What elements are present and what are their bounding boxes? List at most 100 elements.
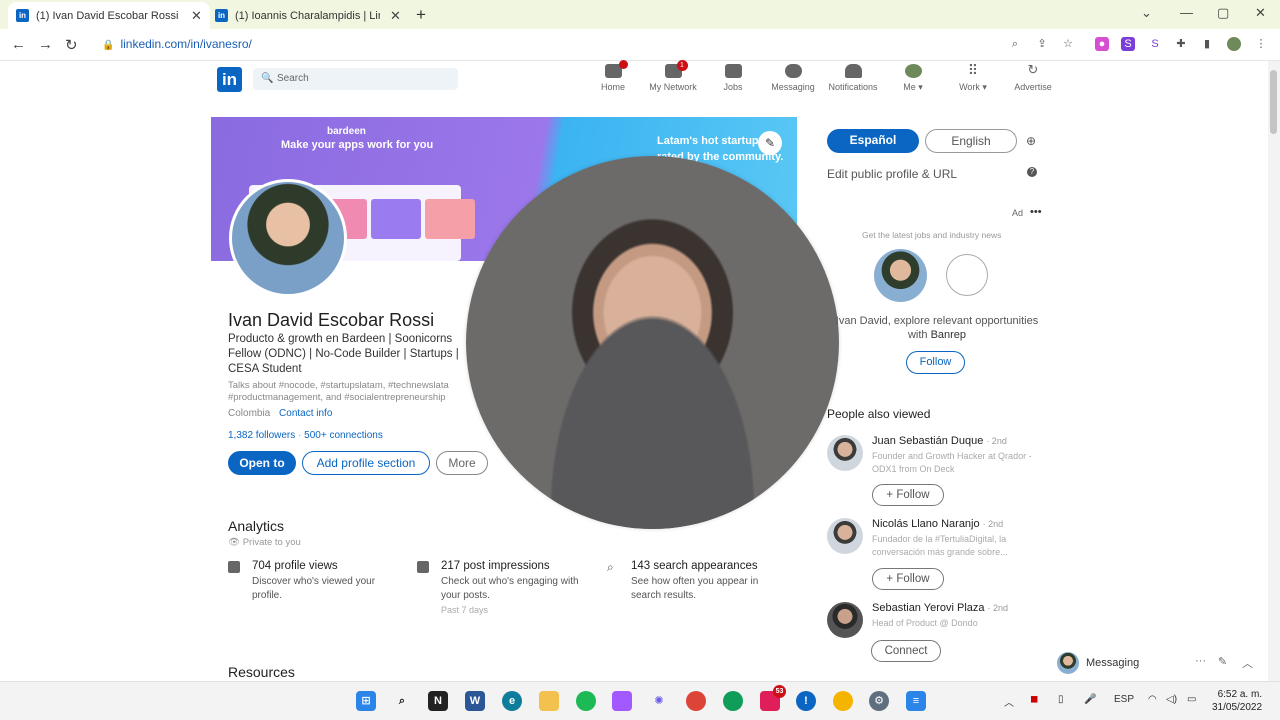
- tab-search-icon[interactable]: ⌄: [1141, 5, 1152, 21]
- minimize-icon[interactable]: —: [1180, 5, 1193, 20]
- person-name[interactable]: Sebastian Yerovi Plaza: [872, 602, 985, 614]
- followers-link[interactable]: 1,382 followers: [228, 430, 295, 441]
- input-language[interactable]: ESP: [1114, 694, 1134, 705]
- menu-kebab-icon[interactable]: ⋮: [1254, 37, 1268, 51]
- maximize-icon[interactable]: ▢: [1217, 5, 1229, 21]
- nav-advertise[interactable]: ↻ Advertise: [1003, 63, 1063, 92]
- linkedin-logo-icon[interactable]: in: [217, 67, 242, 92]
- tray-chevron-icon[interactable]: ︿: [1004, 694, 1014, 709]
- app-circle-icon[interactable]: !: [796, 691, 816, 711]
- close-tab-icon[interactable]: ✕: [191, 8, 202, 24]
- volume-icon[interactable]: ◁): [1166, 694, 1177, 705]
- nav-notifications[interactable]: Notifications: [823, 64, 883, 92]
- stat-period: Past 7 days: [441, 605, 489, 615]
- extension-s2-icon[interactable]: S: [1148, 37, 1162, 51]
- forward-icon[interactable]: →: [38, 36, 53, 53]
- help-icon[interactable]: ?: [1027, 167, 1037, 177]
- battery-icon[interactable]: ▭: [1187, 694, 1196, 705]
- scrollbar-thumb[interactable]: [1270, 70, 1277, 134]
- share-icon[interactable]: ⇪: [1035, 37, 1049, 51]
- ad-follow-button[interactable]: Follow: [906, 351, 965, 374]
- spotify-icon[interactable]: [576, 691, 596, 711]
- globe-icon[interactable]: ⊕: [1026, 134, 1036, 148]
- slack-icon[interactable]: 53: [760, 685, 786, 711]
- edit-banner-icon[interactable]: ✎: [758, 131, 782, 155]
- open-to-button[interactable]: Open to: [228, 451, 296, 475]
- url-field[interactable]: 🔒 linkedin.com/in/ivanesro/: [102, 37, 252, 51]
- bar-chart-icon: [417, 561, 429, 573]
- stat-post-impressions[interactable]: 217 post impressions Check out who's eng…: [417, 560, 582, 615]
- chevron-up-icon[interactable]: ︿: [1242, 655, 1253, 671]
- ad-message: Ivan David, explore relevant opportuniti…: [827, 314, 1047, 342]
- edit-public-profile-link[interactable]: Edit public profile & URL: [827, 167, 957, 181]
- app-icon[interactable]: ✺: [649, 691, 669, 711]
- chrome-icon[interactable]: [686, 691, 706, 711]
- extensions-puzzle-icon[interactable]: ✚: [1174, 37, 1188, 51]
- list-item[interactable]: Sebastian Yerovi Plaza · 2nd Head of Prod…: [827, 602, 1052, 638]
- microphone-icon[interactable]: 🎤: [1084, 694, 1096, 705]
- edge-icon[interactable]: e: [502, 691, 522, 711]
- messaging-options-icon[interactable]: ···: [1195, 655, 1206, 667]
- nav-me[interactable]: Me ▾: [883, 64, 943, 93]
- profile-avatar-photo[interactable]: [229, 179, 347, 297]
- add-profile-section-button[interactable]: Add profile section: [302, 451, 430, 475]
- list-item[interactable]: Nicolás Llano Naranjo · 2nd Fundador de l…: [827, 518, 1052, 559]
- bookmark-star-icon[interactable]: ☆: [1061, 37, 1075, 51]
- tab-ivan-profile[interactable]: in (1) Ivan David Escobar Rossi | Lir ✕: [8, 2, 210, 29]
- connect-button[interactable]: Connect: [871, 640, 941, 662]
- search-input[interactable]: 🔍 Search: [253, 68, 458, 90]
- person-name[interactable]: Juan Sebastián Duque: [872, 435, 983, 447]
- ad-user-avatar: [874, 249, 927, 302]
- zoom-icon[interactable]: ⌕: [1008, 37, 1022, 51]
- system-clock[interactable]: 6:52 a. m. 31/05/2022: [1212, 688, 1262, 714]
- file-explorer-icon[interactable]: [539, 691, 559, 711]
- extension-icon[interactable]: ●: [1095, 37, 1109, 51]
- briefcase-icon: [724, 64, 742, 78]
- docs-icon[interactable]: ≡: [906, 691, 926, 711]
- connections-link[interactable]: 500+ connections: [304, 430, 383, 441]
- contact-info-link[interactable]: Contact info: [279, 408, 332, 419]
- follow-button[interactable]: + Follow: [872, 484, 944, 506]
- tray-usb-icon[interactable]: ▯: [1058, 694, 1064, 705]
- close-tab-icon[interactable]: ✕: [390, 8, 401, 24]
- tray-app-icon[interactable]: ◼: [1030, 694, 1038, 705]
- list-item[interactable]: Juan Sebastián Duque · 2nd Founder and Gr…: [827, 435, 1052, 476]
- chrome-profile-icon[interactable]: [723, 691, 743, 711]
- back-icon[interactable]: ←: [11, 36, 26, 53]
- profile-avatar[interactable]: [1227, 37, 1241, 51]
- word-icon[interactable]: W: [465, 691, 485, 711]
- nav-jobs[interactable]: Jobs: [703, 64, 763, 92]
- nav-work[interactable]: ⠿ Work ▾: [943, 63, 1003, 93]
- nav-messaging[interactable]: Messaging: [763, 64, 823, 92]
- side-panel-icon[interactable]: ▮: [1200, 37, 1214, 51]
- messaging-bar[interactable]: Messaging ··· ✎ ︿: [1054, 650, 1268, 681]
- analytics-title: Analytics: [228, 518, 285, 534]
- extension-s-icon[interactable]: S: [1121, 37, 1135, 51]
- search-icon[interactable]: ⌕: [392, 691, 412, 711]
- notion-icon[interactable]: N: [428, 691, 448, 711]
- ad-options-icon[interactable]: •••: [1030, 206, 1042, 218]
- stat-search-appearances[interactable]: ⌕ 143 search appearances See how often y…: [607, 560, 772, 603]
- chrome-alt-icon[interactable]: [833, 691, 853, 711]
- close-window-icon[interactable]: ✕: [1255, 5, 1266, 21]
- nav-my-network[interactable]: 1 My Network: [643, 60, 703, 92]
- start-icon[interactable]: ⊞: [356, 691, 376, 711]
- reload-icon[interactable]: ↻: [65, 36, 78, 54]
- nav-label: Notifications: [828, 82, 878, 92]
- new-tab-icon[interactable]: +: [416, 5, 426, 25]
- linkedin-header: in 🔍 Search Home 1 My Network Jobs Messa…: [0, 60, 1280, 103]
- stat-profile-views[interactable]: 704 profile views Discover who's viewed …: [228, 560, 393, 603]
- nav-label: Messaging: [771, 82, 815, 92]
- compose-icon[interactable]: ✎: [1218, 655, 1227, 668]
- page-scrollbar[interactable]: [1268, 61, 1280, 681]
- more-button[interactable]: More: [436, 451, 488, 475]
- person-name[interactable]: Nicolás Llano Naranjo: [872, 518, 980, 530]
- figma-icon[interactable]: [612, 691, 632, 711]
- wifi-icon[interactable]: ◠: [1148, 694, 1157, 705]
- language-espanol-button[interactable]: Español: [827, 129, 919, 153]
- language-english-button[interactable]: English: [925, 129, 1017, 153]
- nav-home[interactable]: Home: [583, 60, 643, 92]
- tab-ioannis-profile[interactable]: in (1) Ioannis Charalampidis | Linke ✕: [207, 2, 409, 29]
- settings-gear-icon[interactable]: ⚙: [869, 691, 889, 711]
- follow-button[interactable]: + Follow: [872, 568, 944, 590]
